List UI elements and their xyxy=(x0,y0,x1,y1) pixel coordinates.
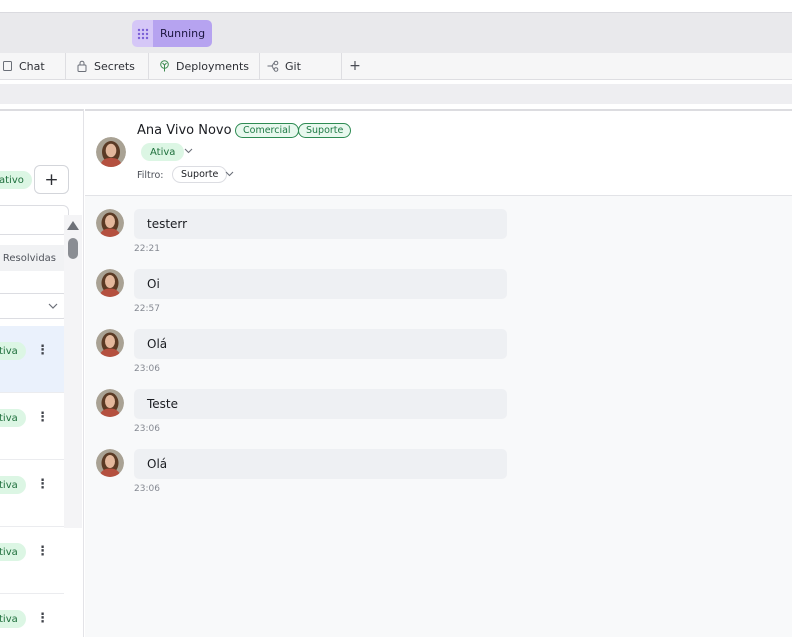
message: Olá 23:06 xyxy=(85,436,792,496)
tab-git[interactable]: Git xyxy=(260,53,342,79)
message-time: 23:06 xyxy=(134,484,160,494)
search-input[interactable] xyxy=(0,205,69,235)
avatar xyxy=(96,449,124,477)
message-bubble: Oi xyxy=(134,269,507,299)
avatar xyxy=(96,269,124,297)
chevron-down-icon[interactable] xyxy=(225,169,234,180)
conversation-list: tiva ⋮ tiva ⋮ tiva ⋮ tiva ⋮ tiva ⋮ xyxy=(0,326,64,637)
scrollbar-thumb[interactable] xyxy=(68,238,78,259)
sidebar-select[interactable] xyxy=(0,293,69,319)
scroll-up-arrow-icon[interactable] xyxy=(67,221,79,230)
message-bubble: Teste xyxy=(134,389,507,419)
conversation-item[interactable]: tiva ⋮ xyxy=(0,527,64,594)
conversation-item[interactable]: tiva ⋮ xyxy=(0,393,64,460)
message: Oi 22:57 xyxy=(85,256,792,316)
tab-bar: Chat Secrets Deployments Git + xyxy=(0,53,792,80)
message-bubble: Olá xyxy=(134,329,507,359)
message: testerr 22:21 xyxy=(85,196,792,256)
run-grid-icon[interactable] xyxy=(132,20,153,47)
url-field[interactable] xyxy=(0,84,792,104)
chevron-down-icon[interactable] xyxy=(184,146,193,157)
avatar xyxy=(96,389,124,417)
more-options-icon[interactable]: ⋮ xyxy=(36,410,49,425)
more-options-icon[interactable]: ⋮ xyxy=(36,611,49,626)
tab-label: Chat xyxy=(19,59,45,73)
conversation-status-badge: tiva xyxy=(0,342,26,360)
top-strip xyxy=(0,0,792,12)
tab-label: Secrets xyxy=(94,59,135,73)
status-badge[interactable]: Ativa xyxy=(141,143,185,161)
title-bar xyxy=(0,12,792,53)
conversation-item[interactable]: tiva ⋮ xyxy=(0,460,64,527)
filter-select[interactable]: Suporte xyxy=(172,166,228,183)
message: Olá 23:06 xyxy=(85,316,792,376)
url-bar xyxy=(0,80,792,109)
resolvidas-filter-button[interactable]: Resolvidas xyxy=(0,245,69,271)
lock-icon xyxy=(75,59,89,73)
avatar xyxy=(96,329,124,357)
message-bubble: testerr xyxy=(134,209,507,239)
more-options-icon[interactable]: ⋮ xyxy=(36,343,49,358)
avatar xyxy=(96,137,126,167)
tag-comercial[interactable]: Comercial xyxy=(235,123,299,138)
tab-chat[interactable]: Chat xyxy=(0,53,66,79)
conversation-status-badge: tiva xyxy=(0,610,26,628)
conversation-status-badge: tiva xyxy=(0,476,26,494)
conversation-status-badge: tiva xyxy=(0,409,26,427)
tab-secrets[interactable]: Secrets xyxy=(66,53,149,79)
chat-icon xyxy=(0,59,14,73)
more-options-icon[interactable]: ⋮ xyxy=(36,544,49,559)
contact-name: Ana Vivo Novo xyxy=(137,123,232,138)
message-bubble: Olá xyxy=(134,449,507,479)
tag-suporte[interactable]: Suporte xyxy=(298,123,352,138)
sidebar-scrollbar[interactable] xyxy=(64,215,82,528)
status-filter-badge[interactable]: ativo xyxy=(0,171,32,189)
message-time: 23:06 xyxy=(134,364,160,374)
new-conversation-button[interactable]: + xyxy=(34,165,69,194)
message-list: testerr 22:21 Oi 22:57 Olá 23:06 Teste 2… xyxy=(85,196,792,637)
chat-header: Ana Vivo Novo Comercial Suporte Ativa Fi… xyxy=(85,109,792,196)
tab-deployments[interactable]: Deployments xyxy=(149,53,260,79)
tab-label: Git xyxy=(285,59,301,73)
message-time: 22:21 xyxy=(134,244,160,254)
message-time: 22:57 xyxy=(134,304,160,314)
avatar xyxy=(96,209,124,237)
add-tab-button[interactable]: + xyxy=(342,53,368,79)
conversation-item[interactable]: tiva ⋮ xyxy=(0,326,64,393)
running-button[interactable]: Running xyxy=(153,20,213,47)
conversation-item[interactable]: tiva ⋮ xyxy=(0,594,64,637)
tab-label: Deployments xyxy=(176,59,250,73)
message-time: 23:06 xyxy=(134,424,160,434)
git-icon xyxy=(266,59,280,73)
run-control[interactable]: Running xyxy=(132,20,213,47)
filter-label: Filtro: xyxy=(137,170,164,181)
more-options-icon[interactable]: ⋮ xyxy=(36,477,49,492)
message: Teste 23:06 xyxy=(85,376,792,436)
conversation-status-badge: tiva xyxy=(0,543,26,561)
deployments-icon xyxy=(157,59,171,73)
chevron-down-icon xyxy=(48,299,58,312)
